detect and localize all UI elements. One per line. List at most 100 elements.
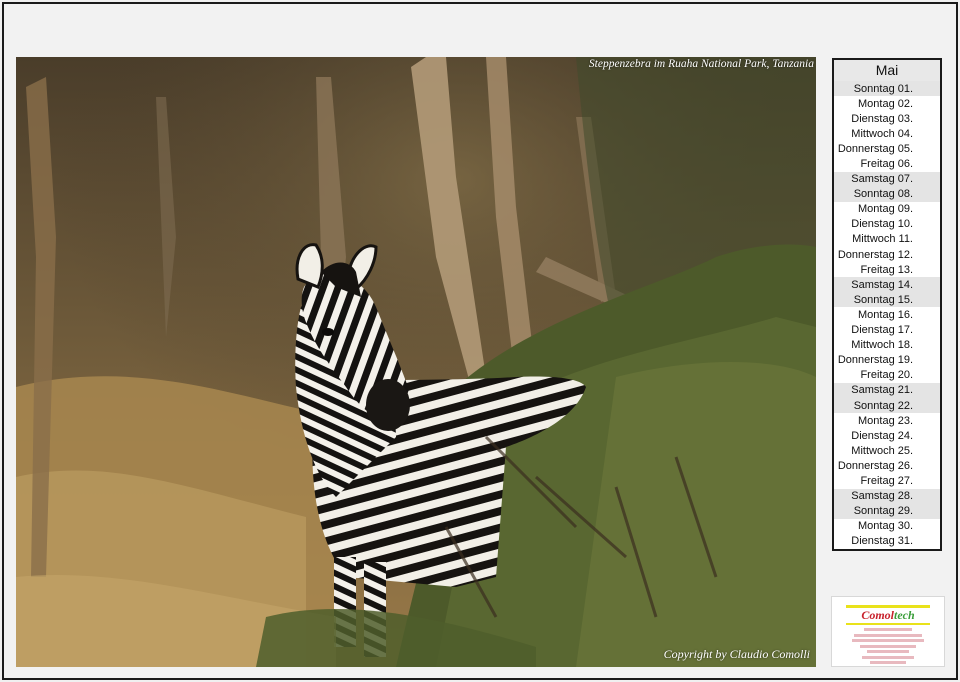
calendar-day-row: Dienstag 03. [834, 111, 940, 126]
calendar-day-row: Freitag 20. [834, 368, 940, 383]
logo-name-part1: Comol [861, 608, 894, 622]
calendar-day-row: Sonntag 22. [834, 397, 940, 414]
calendar-day-row: Montag 30. [834, 519, 940, 534]
calendar-day-row: Dienstag 17. [834, 323, 940, 338]
calendar-day-name: Samstag [851, 490, 895, 503]
calendar-day-name: Freitag [860, 474, 895, 487]
calendar-day-name: Montag [858, 414, 895, 427]
calendar-day-row: Sonntag 15. [834, 292, 940, 308]
calendar-day-name: Montag [858, 203, 895, 216]
month-calendar: Mai Sonntag 01. Montag 02. Dienstag 03. Mittwo… [832, 58, 942, 551]
calendar-day-date: 23. [897, 414, 913, 427]
calendar-day-name: Dienstag [851, 429, 895, 442]
logo-underline-bar [846, 623, 930, 625]
calendar-day-row: Montag 02. [834, 96, 940, 111]
calendar-day-row: Freitag 13. [834, 262, 940, 277]
calendar-day-name: Freitag [860, 158, 895, 171]
calendar-day-date: 03. [897, 112, 913, 125]
calendar-day-row: Donnerstag 12. [834, 247, 940, 262]
calendar-day-name: Sonntag [853, 399, 895, 412]
calendar-day-date: 19. [897, 354, 913, 367]
calendar-day-date: 29. [897, 505, 913, 518]
calendar-day-name: Samstag [851, 173, 895, 186]
calendar-day-date: 22. [897, 399, 913, 412]
calendar-day-row: Samstag 21. [834, 382, 940, 398]
calendar-day-name: Donnerstag [837, 354, 895, 367]
calendar-day-name: Montag [858, 520, 895, 533]
calendar-day-date: 27. [897, 474, 913, 487]
calendar-day-date: 24. [897, 429, 913, 442]
calendar-day-name: Montag [858, 97, 895, 110]
logo-wordmark: Comoltech [832, 608, 944, 623]
calendar-day-date: 12. [897, 248, 913, 261]
calendar-day-row: Sonntag 08. [834, 186, 940, 202]
calendar-day-name: Freitag [860, 263, 895, 276]
calendar-day-row: Mittwoch 11. [834, 232, 940, 247]
calendar-day-date: 31. [897, 535, 913, 548]
calendar-day-date: 05. [897, 142, 913, 155]
calendar-day-row: Samstag 28. [834, 488, 940, 504]
calendar-day-name: Mittwoch [852, 233, 896, 246]
calendar-day-row: Donnerstag 26. [834, 458, 940, 473]
calendar-day-name: Samstag [851, 384, 895, 397]
photo-copyright: Copyright by Claudio Comolli [663, 647, 810, 661]
calendar-day-date: 15. [897, 293, 913, 306]
photo-caption: Steppenzebra im Ruaha National Park, Tan… [588, 58, 814, 70]
calendar-day-row: Sonntag 29. [834, 503, 940, 519]
calendar-day-name: Donnerstag [837, 248, 895, 261]
calendar-day-date: 13. [897, 263, 913, 276]
company-logo: Comoltech [831, 596, 945, 667]
calendar-day-name: Dienstag [851, 112, 895, 125]
calendar-day-date: 26. [897, 459, 913, 472]
calendar-day-date: 14. [897, 278, 913, 291]
calendar-day-date: 30. [897, 520, 913, 533]
calendar-day-date: 16. [897, 308, 913, 321]
calendar-day-row: Mittwoch 25. [834, 443, 940, 458]
calendar-day-date: 11. [898, 233, 913, 246]
calendar-day-row: Freitag 06. [834, 156, 940, 171]
calendar-day-row: Mittwoch 18. [834, 338, 940, 353]
calendar-day-date: 07. [897, 173, 913, 186]
calendar-day-date: 01. [897, 82, 913, 95]
calendar-day-name: Mittwoch [851, 339, 895, 352]
zebra-photo: Steppenzebra im Ruaha National Park, Tan… [16, 57, 816, 667]
calendar-day-date: 04. [897, 127, 913, 140]
calendar-day-name: Dienstag [851, 535, 895, 548]
calendar-day-row: Montag 23. [834, 413, 940, 428]
calendar-day-date: 21. [897, 384, 913, 397]
calendar-day-date: 28. [897, 490, 913, 503]
calendar-day-row: Freitag 27. [834, 473, 940, 488]
calendar-month-title: Mai [834, 60, 940, 81]
calendar-day-date: 09. [897, 203, 913, 216]
calendar-day-row: Dienstag 10. [834, 217, 940, 232]
calendar-day-name: Freitag [860, 369, 895, 382]
calendar-day-name: Donnerstag [837, 459, 895, 472]
calendar-day-row: Donnerstag 19. [834, 353, 940, 368]
calendar-day-date: 20. [897, 369, 913, 382]
zebra-illustration [16, 57, 816, 667]
calendar-day-name: Sonntag [853, 505, 895, 518]
calendar-day-date: 25. [897, 444, 913, 457]
calendar-day-row: Montag 09. [834, 202, 940, 217]
calendar-day-date: 06. [897, 158, 913, 171]
calendar-day-date: 18. [897, 339, 913, 352]
calendar-day-name: Mittwoch [851, 444, 895, 457]
calendar-day-row: Samstag 14. [834, 277, 940, 293]
calendar-day-name: Sonntag [853, 82, 895, 95]
calendar-day-row: Dienstag 31. [834, 534, 940, 549]
calendar-day-name: Montag [858, 308, 895, 321]
calendar-day-row: Donnerstag 05. [834, 141, 940, 156]
calendar-day-name: Dienstag [851, 324, 895, 337]
logo-name-part2: tech [894, 608, 915, 622]
calendar-day-name: Dienstag [851, 218, 895, 231]
calendar-day-name: Sonntag [853, 293, 895, 306]
calendar-day-date: 17. [897, 324, 913, 337]
calendar-day-name: Sonntag [853, 188, 895, 201]
calendar-day-date: 08. [897, 188, 913, 201]
calendar-day-list: Sonntag 01. Montag 02. Dienstag 03. Mittwoch 04… [834, 81, 940, 549]
calendar-day-row: Sonntag 01. [834, 81, 940, 97]
calendar-day-name: Mittwoch [851, 127, 895, 140]
calendar-day-date: 10. [897, 218, 913, 231]
calendar-day-name: Donnerstag [837, 142, 895, 155]
calendar-day-row: Dienstag 24. [834, 428, 940, 443]
